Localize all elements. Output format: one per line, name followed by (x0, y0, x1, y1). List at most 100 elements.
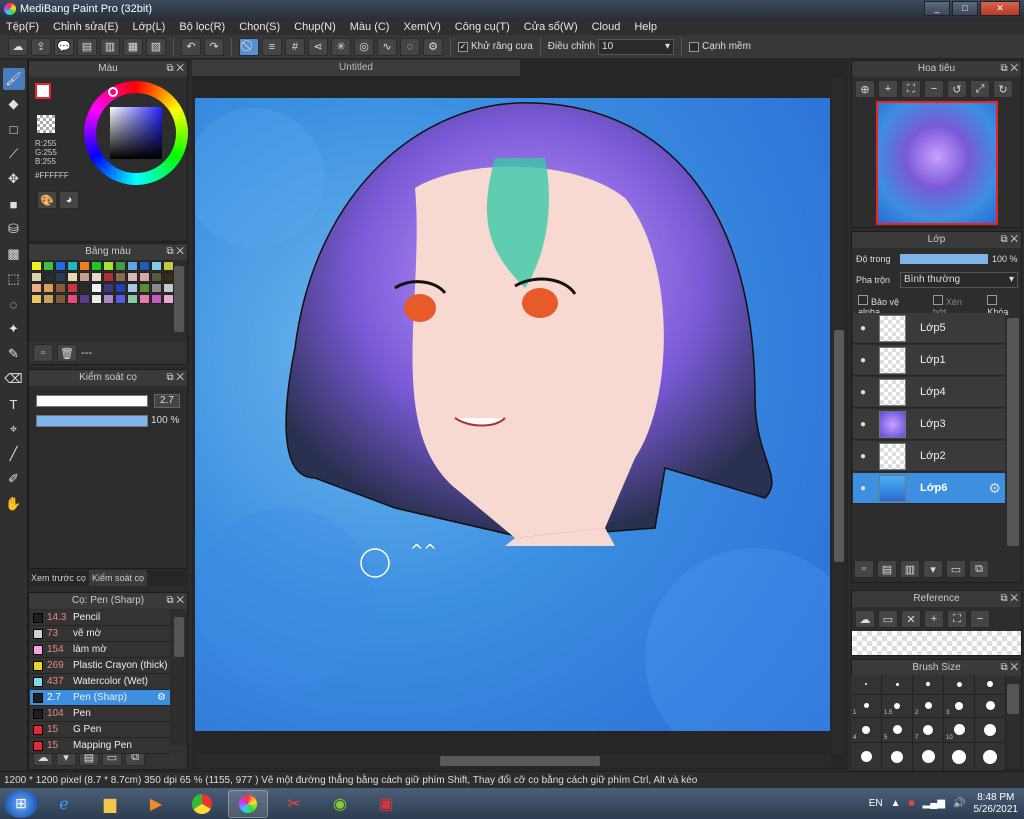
antialias-checkbox[interactable]: ✓ Khử răng cưa (458, 41, 533, 52)
brush-size-scrollbar[interactable] (1007, 684, 1019, 714)
horizontal-scroll-thumb[interactable] (440, 756, 600, 766)
palette-swatch[interactable] (55, 294, 66, 304)
move-tool-icon[interactable]: ✥ (3, 168, 25, 190)
palette-swatch[interactable] (31, 283, 42, 293)
text-tool-icon[interactable]: T (3, 393, 25, 415)
primary-color-swatch[interactable] (35, 83, 51, 99)
dot-tool-icon[interactable]: □ (3, 118, 25, 140)
layer-settings-gear-icon[interactable]: ⚙ (988, 480, 1001, 497)
brush-size-preset[interactable] (913, 743, 943, 770)
curve-snap-icon[interactable]: ∿ (377, 37, 397, 56)
brush-size-preset[interactable]: 1 (851, 694, 881, 717)
speech-bubble-icon[interactable]: 💬 (54, 37, 74, 56)
brush-item[interactable]: 269 Plastic Crayon (thick) (30, 658, 170, 674)
brush-size-preset[interactable]: 7 (913, 717, 943, 743)
palette-swatch[interactable] (163, 283, 174, 293)
tab-brush-control[interactable]: Kiểm soát cọ (88, 570, 147, 586)
brush-size-preset[interactable] (882, 675, 912, 694)
palette-swatch[interactable] (103, 283, 114, 293)
layout-icon[interactable]: ▧ (146, 37, 166, 56)
reference-open-icon[interactable]: ▭ (878, 610, 898, 628)
palette-swatch[interactable] (91, 283, 102, 293)
panel-buttons[interactable]: ⧉ ✕ (166, 370, 184, 386)
export-icon[interactable]: ⇪ (31, 37, 51, 56)
palette-swatch[interactable] (67, 283, 78, 293)
medibang-taskbar-icon[interactable] (228, 789, 268, 818)
reference-fit-icon[interactable]: ⛶ (947, 610, 967, 628)
circle-snap-icon[interactable]: ◎ (354, 37, 374, 56)
palette-swatch[interactable] (127, 261, 138, 271)
navigator-preview[interactable] (876, 101, 998, 225)
palette-swatch[interactable] (115, 272, 126, 282)
palette-swatch[interactable] (31, 294, 42, 304)
menu-window[interactable]: Cửa sổ(W) (524, 21, 578, 33)
brush-size-preset[interactable] (944, 743, 974, 770)
brush-size-slider[interactable] (36, 395, 148, 407)
palette-swatch[interactable] (31, 272, 42, 282)
new-halftone-layer-icon[interactable]: ▤ (877, 560, 897, 578)
language-indicator[interactable]: EN (869, 798, 883, 809)
palette-swatch[interactable] (127, 272, 138, 282)
cross-snap-icon[interactable]: # (285, 37, 305, 56)
brush-item[interactable]: 154 làm mờ (30, 642, 170, 658)
menu-color[interactable]: Màu (C) (350, 21, 390, 33)
brush-size-preset[interactable] (975, 675, 1005, 694)
panel-buttons[interactable]: ⧉ ✕ (166, 593, 184, 609)
menu-cloud[interactable]: Cloud (592, 21, 621, 33)
new-layer-icon[interactable]: ▫ (854, 560, 874, 578)
palette-swatch[interactable] (115, 283, 126, 293)
brush-item[interactable]: 15 G Pen (30, 722, 170, 738)
brush-opacity-slider[interactable] (36, 415, 148, 427)
antivirus-icon[interactable]: ■ (909, 798, 915, 809)
paint-app-icon[interactable]: ✂ (274, 790, 314, 818)
internet-explorer-icon[interactable]: ℯ (44, 790, 84, 818)
reference-cloud-icon[interactable]: ☁ (855, 610, 875, 628)
magic-wand-icon[interactable]: ✦ (3, 318, 25, 340)
brush-size-preset[interactable]: 1.5 (882, 694, 912, 717)
network-icon[interactable]: ▂▄▆ (923, 798, 945, 809)
palette-swatch[interactable] (103, 272, 114, 282)
palette-swatch[interactable] (79, 261, 90, 271)
layer-scrollbar[interactable] (1007, 318, 1019, 546)
delete-swatch-icon[interactable]: 🗑 (57, 344, 77, 362)
brush-item[interactable]: 104 Pen (30, 706, 170, 722)
palette-swatch[interactable] (79, 283, 90, 293)
brush-size-preset[interactable] (913, 675, 943, 694)
brush-size-preset[interactable]: 2 (913, 694, 943, 717)
visibility-eye-icon[interactable]: ● (853, 387, 873, 398)
layer-row[interactable]: ● Lớp5 (853, 313, 1005, 344)
actual-size-icon[interactable]: ⛶ (901, 80, 921, 98)
artwork-canvas[interactable]: ^^ (195, 98, 830, 731)
brush-size-preset[interactable]: 5 (882, 717, 912, 743)
game-icon[interactable]: ◉ (320, 790, 360, 818)
rotate-right-icon[interactable]: ↻ (993, 80, 1013, 98)
brush-size-preset[interactable] (944, 675, 974, 694)
palette-swatch[interactable] (151, 283, 162, 293)
palette-swatch[interactable] (103, 294, 114, 304)
palette-swatch[interactable] (163, 272, 174, 282)
palette-icon[interactable]: 🎨 (37, 191, 57, 209)
palette-swatch[interactable] (151, 272, 162, 282)
minimize-button[interactable]: _ (924, 1, 950, 16)
palette-swatch[interactable] (43, 294, 54, 304)
document-icon[interactable]: ▥ (100, 37, 120, 56)
start-button[interactable]: ⊞ (4, 789, 38, 818)
layer-row[interactable]: ● Lớp3 (853, 409, 1005, 440)
palette-swatch[interactable] (79, 294, 90, 304)
brush-item[interactable]: 14.3 Pencil (30, 610, 170, 626)
palette-swatch[interactable] (103, 261, 114, 271)
panel-buttons[interactable]: ⧉ ✕ (1000, 660, 1018, 676)
brush-size-preset[interactable] (851, 743, 881, 770)
file-explorer-icon[interactable]: ▆ (90, 790, 130, 818)
parallel-snap-icon[interactable]: ≡ (262, 37, 282, 56)
color-wheel[interactable] (84, 81, 188, 185)
adjust-select[interactable]: 10 (598, 38, 675, 55)
brush-size-preset[interactable] (882, 743, 912, 770)
palette-swatch[interactable] (55, 272, 66, 282)
brush-size-preset[interactable]: 4 (851, 717, 881, 743)
palette-swatch[interactable] (139, 283, 150, 293)
palette-swatch[interactable] (55, 261, 66, 271)
eraser-tool-icon[interactable]: ◆ (3, 93, 25, 115)
palette-swatch[interactable] (127, 283, 138, 293)
lasso-select-icon[interactable]: ◌ (3, 293, 25, 315)
